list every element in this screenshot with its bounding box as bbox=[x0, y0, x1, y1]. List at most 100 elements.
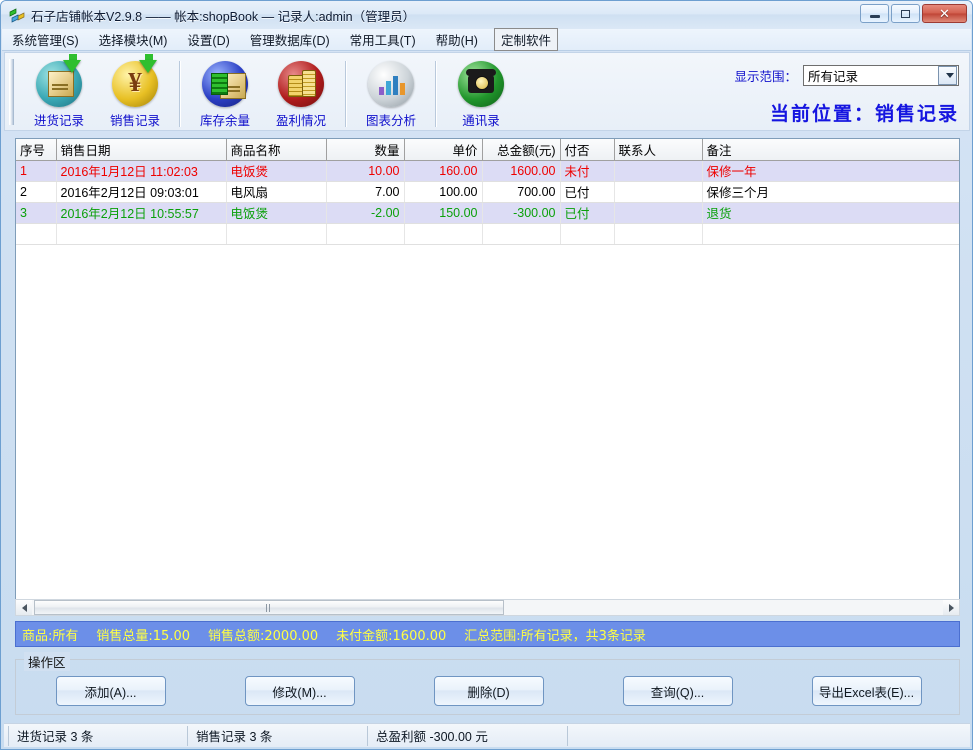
close-button[interactable]: ✕ bbox=[922, 4, 967, 23]
cell-seq: 1 bbox=[16, 160, 57, 182]
cell-product: 电饭煲 bbox=[226, 160, 327, 182]
chevron-down-icon[interactable] bbox=[938, 66, 957, 85]
col-header-qty[interactable]: 数量 bbox=[326, 139, 405, 161]
menu-module[interactable]: 选择模块(M) bbox=[89, 28, 178, 51]
add-button[interactable]: 添加(A)... bbox=[55, 676, 166, 706]
menu-database[interactable]: 管理数据库(D) bbox=[240, 28, 340, 51]
cell-total: 700.00 bbox=[482, 181, 561, 203]
sales-records-icon: ¥ bbox=[112, 54, 158, 107]
status-purchase-count: 进货记录 3 条 bbox=[8, 725, 188, 746]
cell-product: 电风扇 bbox=[226, 181, 327, 203]
table-row[interactable]: 3 2016年2月12日 10:55:57 电饭煲 -2.00 150.00 -… bbox=[16, 202, 959, 224]
summary-total-qty: 销售总量:15.00 bbox=[96, 628, 190, 644]
summary-product: 商品:所有 bbox=[22, 628, 79, 644]
cell-seq: 3 bbox=[16, 202, 57, 224]
col-header-contact[interactable]: 联系人 bbox=[614, 139, 703, 161]
scrollbar-thumb[interactable] bbox=[34, 600, 504, 615]
cell-contact bbox=[614, 202, 703, 224]
toolbar-buttons: 进货记录 ¥ 销售记录 库存余量 盈利情况 图表分析 通讯录 bbox=[21, 54, 519, 129]
col-header-paid[interactable]: 付否 bbox=[560, 139, 615, 161]
contacts-icon bbox=[458, 61, 504, 107]
table-row[interactable]: 2 2016年2月12日 09:03:01 电风扇 7.00 100.00 70… bbox=[16, 181, 959, 203]
window-title: 石子店铺帐本V2.9.8 —— 帐本:shopBook — 记录人:admin（… bbox=[31, 9, 416, 24]
scrollbar-track[interactable] bbox=[32, 600, 943, 615]
cell-contact bbox=[614, 181, 703, 203]
col-header-seq[interactable]: 序号 bbox=[16, 139, 57, 161]
cell-qty: 10.00 bbox=[326, 160, 405, 182]
cell-contact bbox=[614, 160, 703, 182]
toolbar-separator bbox=[345, 61, 347, 127]
toolbar-separator bbox=[435, 61, 437, 127]
toolbar-label: 库存余量 bbox=[199, 114, 250, 128]
summary-total-amount: 销售总额:2000.00 bbox=[208, 628, 319, 644]
scroll-right-icon[interactable] bbox=[943, 600, 959, 615]
display-range-label: 显示范围： bbox=[734, 70, 797, 84]
toolbar-button-purchase-records[interactable]: 进货记录 bbox=[21, 54, 97, 129]
menu-custom-software[interactable]: 定制软件 bbox=[493, 28, 558, 51]
title-bar: 石子店铺帐本V2.9.8 —— 帐本:shopBook — 记录人:admin（… bbox=[1, 1, 972, 29]
operation-group-title: 操作区 bbox=[24, 652, 70, 671]
cell-price: 160.00 bbox=[404, 160, 483, 182]
edit-button[interactable]: 修改(M)... bbox=[244, 676, 355, 706]
toolbar-button-contacts[interactable]: 通讯录 bbox=[443, 57, 519, 129]
col-header-total[interactable]: 总金额(元) bbox=[482, 139, 561, 161]
cell-date: 2016年2月12日 09:03:01 bbox=[56, 181, 227, 203]
operation-group: 操作区 添加(A)... 修改(M)... 删除(D) 查询(Q)... 导出E… bbox=[15, 652, 961, 715]
summary-scope: 汇总范围:所有记录，共3条记录 bbox=[464, 628, 646, 644]
col-header-price[interactable]: 单价 bbox=[404, 139, 483, 161]
cell-remark: 保修一年 bbox=[702, 160, 959, 182]
export-excel-button[interactable]: 导出Excel表(E)... bbox=[811, 676, 922, 706]
grid-horizontal-scrollbar[interactable] bbox=[15, 599, 960, 616]
main-window: 石子店铺帐本V2.9.8 —— 帐本:shopBook — 记录人:admin（… bbox=[0, 0, 973, 750]
grid-body: 1 2016年1月12日 11:02:03 电饭煲 10.00 160.00 1… bbox=[16, 160, 959, 245]
toolbar-button-sales-records[interactable]: ¥ 销售记录 bbox=[97, 54, 173, 129]
cell-total: -300.00 bbox=[482, 202, 561, 224]
maximize-button[interactable] bbox=[891, 4, 920, 23]
delete-button[interactable]: 删除(D) bbox=[433, 676, 544, 706]
toolbar-button-profit[interactable]: 盈利情况 bbox=[263, 57, 339, 129]
toolbar-button-chart-analysis[interactable]: 图表分析 bbox=[353, 57, 429, 129]
summary-bar: 商品:所有 销售总量:15.00 销售总额:2000.00 未付金额:1600.… bbox=[15, 621, 960, 647]
cell-date: 2016年1月12日 11:02:03 bbox=[56, 160, 227, 182]
close-icon: ✕ bbox=[939, 6, 950, 21]
grid-header-row: 序号 销售日期 商品名称 数量 单价 总金额(元) 付否 联系人 备注 bbox=[16, 139, 959, 161]
cell-paid: 已付 bbox=[560, 181, 615, 203]
cell-qty: -2.00 bbox=[326, 202, 405, 224]
status-total-profit: 总盈利额 -300.00 元 bbox=[368, 725, 568, 746]
toolbar-label: 销售记录 bbox=[109, 114, 160, 128]
current-position-label: 当前位置：销售记录 bbox=[769, 104, 959, 125]
menu-help[interactable]: 帮助(H) bbox=[426, 28, 488, 51]
cell-paid: 已付 bbox=[560, 202, 615, 224]
purchase-records-icon bbox=[36, 54, 82, 107]
display-range-select[interactable]: 所有记录 bbox=[803, 65, 959, 86]
col-header-product[interactable]: 商品名称 bbox=[226, 139, 327, 161]
minimize-button[interactable] bbox=[860, 4, 889, 23]
menu-tools[interactable]: 常用工具(T) bbox=[340, 28, 426, 51]
operation-buttons: 添加(A)... 修改(M)... 删除(D) 查询(Q)... 导出Excel… bbox=[16, 676, 961, 706]
cell-product: 电饭煲 bbox=[226, 202, 327, 224]
toolbar-label: 通讯录 bbox=[462, 114, 500, 128]
menu-system[interactable]: 系统管理(S) bbox=[2, 28, 89, 51]
table-row[interactable]: 1 2016年1月12日 11:02:03 电饭煲 10.00 160.00 1… bbox=[16, 160, 959, 182]
sales-records-grid[interactable]: 序号 销售日期 商品名称 数量 单价 总金额(元) 付否 联系人 备注 1 20… bbox=[15, 138, 960, 615]
profit-icon bbox=[278, 61, 324, 107]
cell-date: 2016年2月12日 10:55:57 bbox=[56, 202, 227, 224]
col-header-remark[interactable]: 备注 bbox=[702, 139, 959, 161]
cell-price: 150.00 bbox=[404, 202, 483, 224]
status-bar: 进货记录 3 条 销售记录 3 条 总盈利额 -300.00 元 bbox=[4, 723, 970, 747]
scroll-left-icon[interactable] bbox=[16, 600, 32, 615]
inventory-icon bbox=[202, 61, 248, 107]
toolbar-grip[interactable] bbox=[9, 59, 14, 125]
col-header-date[interactable]: 销售日期 bbox=[56, 139, 227, 161]
query-button[interactable]: 查询(Q)... bbox=[622, 676, 733, 706]
toolbar-separator bbox=[179, 61, 181, 127]
menu-settings[interactable]: 设置(D) bbox=[177, 28, 239, 51]
cell-qty: 7.00 bbox=[326, 181, 405, 203]
cell-total: 1600.00 bbox=[482, 160, 561, 182]
toolbar-button-inventory[interactable]: 库存余量 bbox=[187, 57, 263, 129]
summary-unpaid-amount: 未付金额:1600.00 bbox=[336, 628, 447, 644]
app-icon bbox=[9, 7, 25, 23]
toolbar-label: 进货记录 bbox=[33, 114, 84, 128]
chart-analysis-icon bbox=[368, 61, 414, 107]
cell-remark: 保修三个月 bbox=[702, 181, 959, 203]
